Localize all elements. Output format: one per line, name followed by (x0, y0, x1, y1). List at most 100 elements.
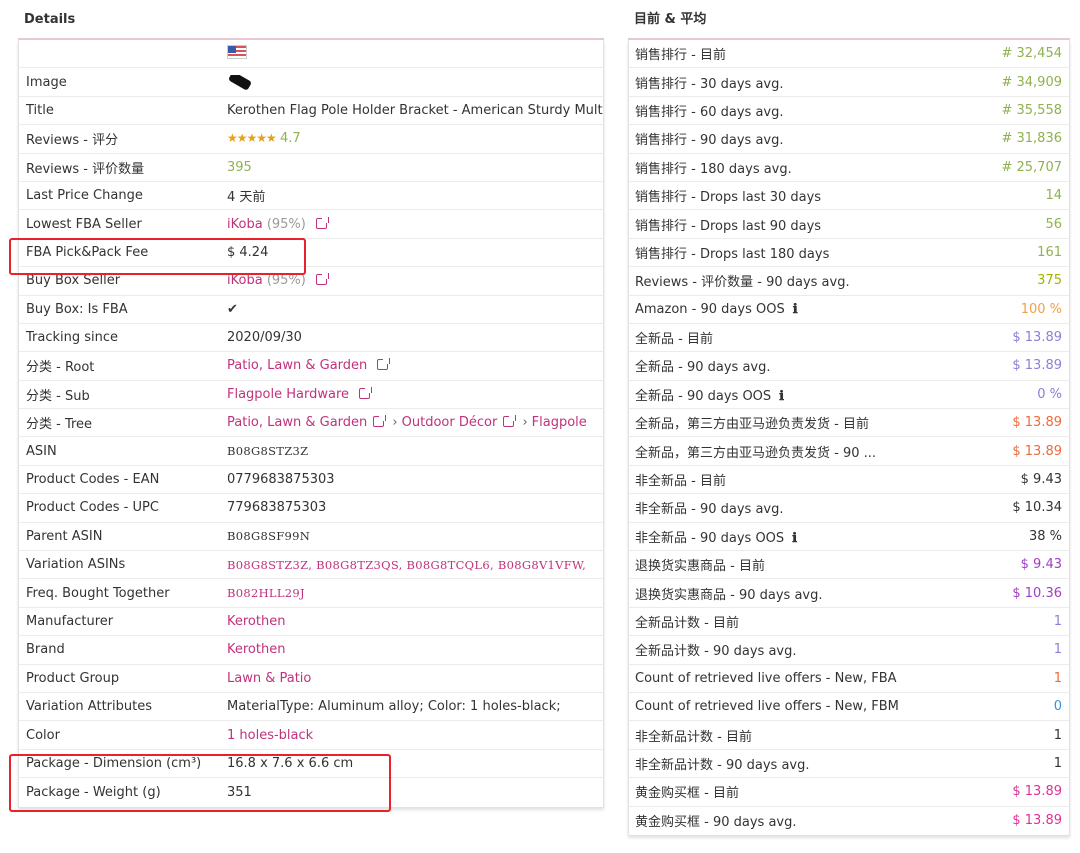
category-root-link[interactable]: Patio, Lawn & Garden (227, 358, 367, 373)
external-link-icon[interactable] (359, 386, 373, 399)
buybox-fba-label: Buy Box: Is FBA (26, 301, 128, 317)
buybox-seller-label: Buy Box Seller (26, 273, 121, 289)
stat-label: 非全新品 - 90 days avg. (629, 498, 1012, 517)
stat-value: $ 13.89 (1012, 415, 1062, 431)
row-product-group: Product Group Lawn & Patio (19, 665, 603, 693)
external-link-icon[interactable] (373, 415, 387, 428)
manufacturer-link[interactable]: Kerothen (227, 614, 603, 629)
buybox-seller-link[interactable]: iKoba (227, 273, 263, 288)
category-tree-link-2[interactable]: Outdoor Décor (402, 415, 498, 430)
stat-row: 退换货实惠商品 - 目前 $ 9.43 (629, 551, 1069, 580)
row-flag (19, 40, 603, 69)
stat-value: $ 10.34 (1012, 500, 1062, 516)
stat-row: Amazon - 90 days OOS ℹ 100 % (629, 296, 1069, 324)
stat-label: 销售排行 - Drops last 180 days (629, 243, 1037, 262)
parent-asin-label: Parent ASIN (26, 528, 103, 544)
stat-row: 非全新品计数 - 90 days avg. 1 (629, 750, 1069, 779)
stat-row: 全新品 - 90 days avg. $ 13.89 (629, 352, 1069, 381)
row-variation-attributes: Variation Attributes MaterialType: Alumi… (19, 693, 603, 722)
stat-label: 销售排行 - 目前 (629, 44, 1001, 63)
info-icon[interactable]: ℹ (793, 302, 798, 317)
product-image-thumbnail[interactable] (227, 74, 253, 90)
external-link-icon[interactable] (503, 415, 517, 428)
stat-label-text: 全新品，第三方由亚马逊负责发货 - 90 ... (635, 445, 877, 461)
stat-value: 1 (1053, 670, 1062, 686)
ean-label: Product Codes - EAN (26, 472, 160, 488)
color-label: Color (26, 727, 60, 743)
stat-row: 销售排行 - 30 days avg. # 34,909 (629, 68, 1069, 97)
breadcrumb-separator: › (392, 415, 398, 431)
rating-value: 4.7 (279, 131, 301, 147)
stat-label: 全新品计数 - 目前 (629, 612, 1054, 631)
row-parent-asin: Parent ASIN B08G8SF99N (19, 523, 603, 552)
stat-row: 全新品 - 目前 $ 13.89 (629, 324, 1069, 353)
category-tree-link-3[interactable]: Flagpole (532, 415, 587, 430)
stat-value: 38 % (1028, 528, 1062, 544)
manufacturer-label: Manufacturer (26, 614, 114, 629)
row-manufacturer: Manufacturer Kerothen (19, 608, 603, 637)
stat-value: 100 % (1020, 301, 1062, 317)
row-last-price-change: Last Price Change 4 天前 (19, 182, 603, 211)
stat-row: Reviews - 评价数量 - 90 days avg. 375 (629, 267, 1069, 296)
stat-label-text: Amazon - 90 days OOS (635, 301, 785, 317)
stat-label: 销售排行 - Drops last 90 days (629, 215, 1045, 234)
category-sub-link[interactable]: Flagpole Hardware (227, 387, 349, 402)
external-link-icon[interactable] (377, 358, 391, 371)
brand-link[interactable]: Kerothen (227, 642, 603, 657)
product-group-link[interactable]: Lawn & Patio (227, 671, 603, 686)
row-upc: Product Codes - UPC 779683875303 (19, 494, 603, 523)
stat-label-text: 全新品，第三方由亚马逊负责发货 - 目前 (635, 417, 869, 433)
stat-label-text: 销售排行 - Drops last 90 days (635, 218, 822, 234)
fbt-link[interactable]: B082HLL29J (227, 586, 603, 600)
stat-value: $ 13.89 (1012, 330, 1062, 346)
info-icon[interactable]: ℹ (792, 531, 797, 546)
stat-value: 1 (1053, 727, 1062, 743)
stat-value: 0 % (1037, 386, 1062, 402)
stat-value: $ 10.36 (1012, 585, 1062, 601)
upc-value: 779683875303 (227, 500, 327, 516)
external-link-icon[interactable] (316, 216, 329, 229)
stat-label: 销售排行 - 60 days avg. (629, 101, 1001, 120)
current-average-panel: 目前 & 平均 销售排行 - 目前 # 32,454 销售排行 - 30 days … (628, 0, 1070, 836)
stat-label: 全新品 - 90 days avg. (629, 356, 1012, 375)
stat-label-text: 非全新品 - 目前 (635, 474, 726, 490)
stat-label-text: 黄金购买框 - 90 days avg. (635, 815, 797, 831)
stat-label-text: 全新品 - 90 days OOS (635, 388, 772, 404)
stat-value: 1 (1053, 755, 1062, 771)
rating-stars-icon: ★★★★★ (227, 131, 277, 146)
us-flag-icon[interactable] (227, 44, 247, 59)
row-title: Title Kerothen Flag Pole Holder Bracket … (19, 97, 603, 126)
stat-label: 销售排行 - 180 days avg. (629, 158, 1001, 177)
stat-row: 退换货实惠商品 - 90 days avg. $ 10.36 (629, 579, 1069, 608)
stat-label: 全新品 - 90 days OOS ℹ (629, 385, 1037, 404)
last-price-change-label: Last Price Change (26, 188, 143, 204)
stat-row: 全新品 - 90 days OOS ℹ 0 % (629, 381, 1069, 410)
stat-label-text: 销售排行 - Drops last 180 days (635, 246, 830, 262)
stat-label-text: 全新品 - 目前 (635, 332, 713, 348)
stat-label: 非全新品 - 90 days OOS ℹ (629, 527, 1029, 546)
row-variation-asins: Variation ASINs B08G8STZ3Z, B08G8TZ3QS, … (19, 551, 603, 580)
stat-label-text: 黄金购买框 - 目前 (635, 786, 739, 802)
category-tree-link-1[interactable]: Patio, Lawn & Garden (227, 415, 367, 430)
current-average-title: 目前 & 平均 (628, 0, 1070, 40)
row-buybox-fba: Buy Box: Is FBA ✔ (19, 296, 603, 324)
stat-value: # 34,909 (1001, 74, 1062, 90)
checkmark-icon: ✔ (227, 301, 238, 317)
stat-label: 全新品，第三方由亚马逊负责发货 - 90 ... (629, 442, 1012, 461)
variation-asins-links[interactable]: B08G8STZ3Z, B08G8TZ3QS, B08G8TCQL6, B08G… (227, 558, 603, 572)
row-reviews-rating: Reviews - 评分 ★★★★★ 4.7 (19, 125, 603, 154)
external-link-icon[interactable] (316, 273, 329, 286)
variation-asins-label: Variation ASINs (26, 557, 126, 573)
info-icon[interactable]: ℹ (779, 389, 784, 404)
stat-label: 黄金购买框 - 目前 (629, 782, 1012, 801)
stat-label-text: 销售排行 - 目前 (635, 48, 726, 64)
row-color: Color 1 holes-black (19, 721, 603, 750)
stat-row: 销售排行 - 目前 # 32,454 (629, 40, 1069, 69)
stat-label-text: 销售排行 - 30 days avg. (635, 76, 784, 92)
stat-label: Amazon - 90 days OOS ℹ (629, 302, 1021, 317)
stat-value: 161 (1037, 244, 1062, 260)
row-category-tree: 分类 - Tree Patio, Lawn & Garden › Outdoor … (19, 409, 603, 438)
lowest-fba-seller-link[interactable]: iKoba (227, 217, 263, 232)
reviews-count-label: Reviews - 评价数量 (26, 161, 145, 177)
color-link[interactable]: 1 holes-black (227, 728, 603, 743)
